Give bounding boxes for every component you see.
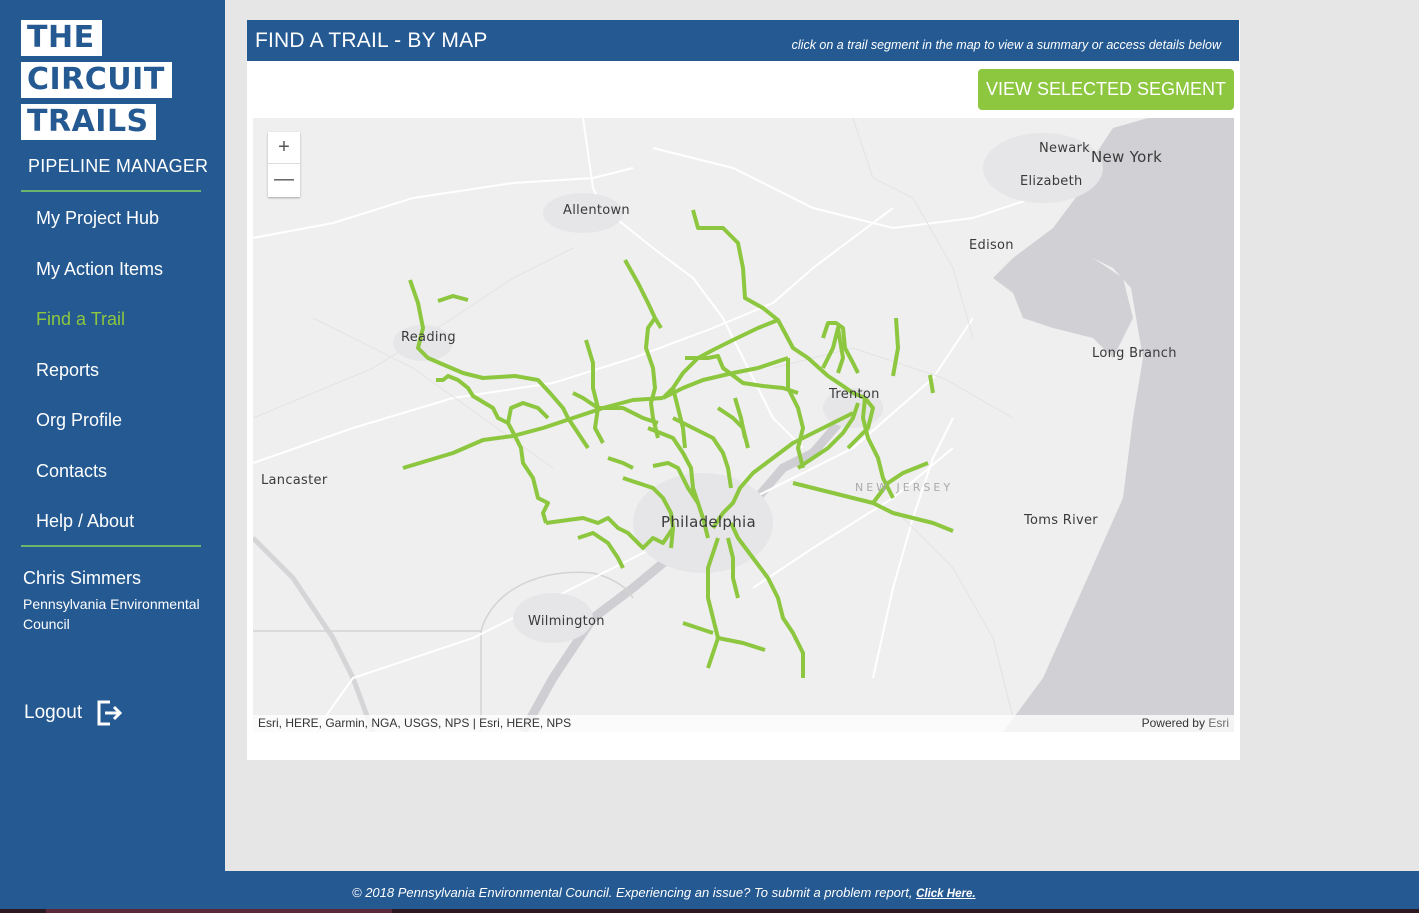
powered-by: Powered by Esri — [1142, 716, 1229, 730]
sidebar-item-help-about[interactable]: Help / About — [0, 499, 225, 550]
footer-copyright: © 2018 Pennsylvania Environmental Counci… — [352, 885, 913, 900]
sidebar-item-org-profile[interactable]: Org Profile — [0, 398, 225, 449]
trail-segment[interactable] — [584, 339, 605, 444]
trail-segment[interactable] — [506, 422, 550, 524]
view-selected-segment-button[interactable]: VIEW SELECTED SEGMENT — [978, 69, 1234, 110]
trail-network[interactable] — [253, 118, 1234, 732]
zoom-out-button[interactable]: — — [268, 164, 300, 196]
trail-segment[interactable] — [786, 358, 805, 469]
panel-header: FIND A TRAIL - BY MAP click on a trail s… — [247, 20, 1239, 61]
map-attribution: Esri, HERE, Garmin, NGA, USGS, NPS | Esr… — [253, 715, 1234, 732]
user-organization: Pennsylvania Environmental Council — [23, 596, 200, 632]
logo-line: CIRCUIT — [21, 62, 172, 98]
circuit-trails-logo[interactable]: THE CIRCUIT TRAILS — [21, 20, 172, 146]
trail-segment[interactable] — [436, 374, 509, 425]
trail-segment[interactable] — [506, 401, 550, 424]
problem-report-link[interactable]: Click Here. — [916, 888, 975, 900]
trail-segment[interactable] — [726, 537, 740, 599]
city-label: Trenton — [829, 387, 880, 402]
find-trail-panel: FIND A TRAIL - BY MAP click on a trail s… — [247, 20, 1240, 760]
trail-map[interactable]: + — Allentown Newark New York Elizabeth … — [253, 118, 1234, 732]
trail-segment[interactable] — [706, 637, 720, 669]
trail-segment[interactable] — [598, 406, 659, 425]
sidebar-item-my-action-items[interactable]: My Action Items — [0, 247, 225, 298]
city-label: Elizabeth — [1020, 174, 1083, 189]
esri-link[interactable]: Esri — [1208, 716, 1229, 730]
sidebar-item-my-project-hub[interactable]: My Project Hub — [0, 196, 225, 247]
zoom-control: + — — [268, 132, 300, 197]
bottom-strip — [0, 909, 1419, 913]
city-label: Edison — [969, 238, 1014, 253]
zoom-in-button[interactable]: + — [268, 132, 300, 164]
city-label: Lancaster — [261, 473, 328, 488]
state-label: NEW JERSEY — [855, 481, 954, 494]
panel-hint: click on a trail segment in the map to v… — [791, 38, 1221, 52]
user-name: Chris Simmers — [23, 568, 142, 588]
city-label: Philadelphia — [661, 513, 756, 531]
logo-line: TRAILS — [21, 104, 156, 140]
logout-button[interactable]: Logout — [24, 700, 124, 726]
trail-segment[interactable] — [729, 522, 805, 678]
sidebar-item-contacts[interactable]: Contacts — [0, 449, 225, 500]
city-label: New York — [1091, 148, 1163, 166]
sidebar-nav: My Project Hub My Action Items Find a Tr… — [0, 196, 225, 550]
divider — [21, 545, 201, 547]
attribution-text: Esri, HERE, Garmin, NGA, USGS, NPS | Esr… — [258, 716, 572, 730]
city-label: Toms River — [1024, 513, 1098, 528]
logout-label: Logout — [24, 702, 83, 723]
city-label: Long Branch — [1092, 346, 1177, 361]
city-label: Reading — [401, 330, 456, 345]
trail-segment[interactable] — [437, 294, 469, 303]
app-name: PIPELINE MANAGER — [28, 156, 209, 176]
trail-segment[interactable] — [891, 317, 900, 377]
divider — [21, 190, 201, 192]
trail-segment[interactable] — [623, 259, 663, 330]
trail-segment[interactable] — [577, 531, 625, 569]
trail-segment[interactable] — [711, 411, 854, 530]
logo-line: THE — [21, 20, 102, 56]
trail-segment[interactable] — [733, 397, 747, 439]
footer: © 2018 Pennsylvania Environmental Counci… — [0, 871, 1419, 909]
trail-segment[interactable] — [928, 374, 935, 394]
city-label: Wilmington — [528, 614, 605, 629]
sidebar-item-reports[interactable]: Reports — [0, 348, 225, 399]
trail-segment[interactable] — [717, 636, 766, 652]
trail-segment[interactable] — [706, 537, 720, 639]
powered-by-label: Powered by — [1141, 716, 1205, 730]
sidebar: THE CIRCUIT TRAILS PIPELINE MANAGER My P… — [0, 0, 225, 871]
trail-segment[interactable] — [682, 621, 714, 635]
logout-icon — [97, 700, 123, 726]
city-label: Newark — [1039, 141, 1090, 156]
sidebar-item-find-a-trail[interactable]: Find a Trail — [0, 297, 225, 348]
city-label: Allentown — [563, 203, 630, 218]
footer-text: © 2018 Pennsylvania Environmental Counci… — [352, 885, 976, 900]
trail-segment[interactable] — [607, 456, 634, 470]
page-title: FIND A TRAIL - BY MAP — [255, 29, 488, 52]
